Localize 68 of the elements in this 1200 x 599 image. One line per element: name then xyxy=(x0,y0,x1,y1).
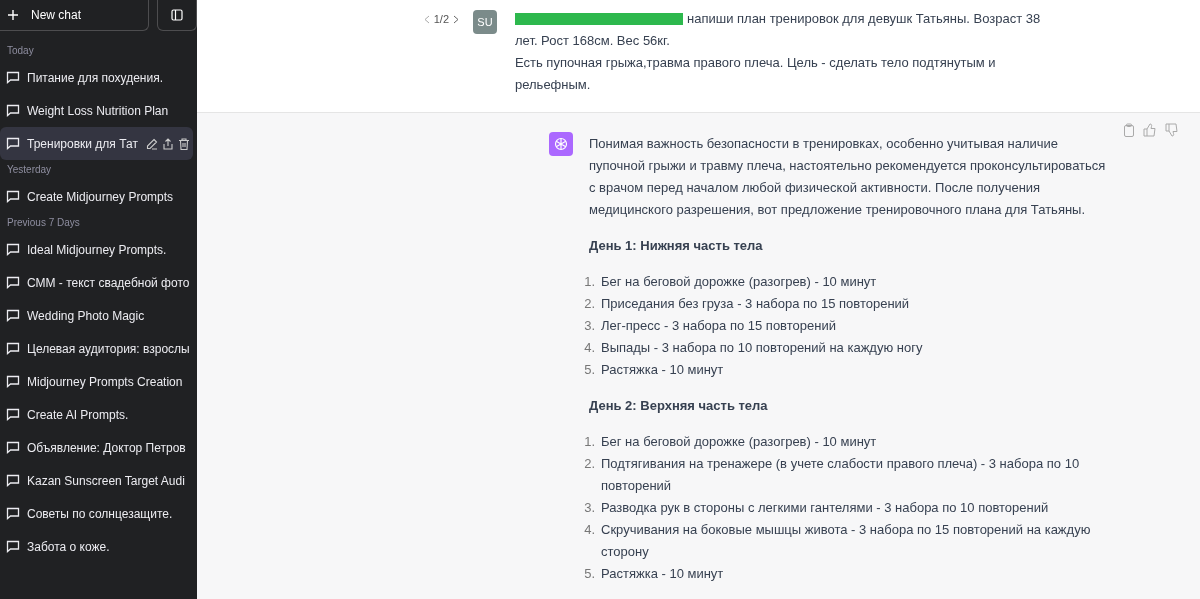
chat-icon xyxy=(6,71,20,84)
list-number: 3. xyxy=(583,317,596,335)
assistant-avatar xyxy=(549,132,573,156)
new-chat-button[interactable]: New chat xyxy=(0,0,150,31)
list-number: 5. xyxy=(583,565,596,583)
section-label: Previous 7 Days xyxy=(6,216,81,230)
chat-icon xyxy=(6,243,20,256)
message-text: Есть пупочная грыжа,травма правого плеча. Цель - сделать тело подтянутым и рельефным. xyxy=(515,54,997,94)
list-item-text: Лег-пресс - 3 набора по 15 повторений xyxy=(601,317,836,335)
chat-list-item[interactable]: Kazan Sunscreen Target Audi xyxy=(0,464,193,497)
thumbs-up-icon[interactable] xyxy=(1143,123,1157,137)
message-text: напиши план тренировок для девушк Татьяны. Возраст 38 xyxy=(687,10,1041,28)
list-item-text: Растяжка - 10 минут xyxy=(601,361,724,379)
list-number: 5. xyxy=(583,361,596,379)
message-text: Понимая важность безопасности в тренировках, особенно учитывая наличие пупочной грыжи и травму плеча, настоятельно рекомендуется проконсультироваться с врачом перед началом любой физической активности. После получения медицинского разрешения, вот предложение тренировочного плана для Татьяны. xyxy=(589,135,1107,219)
list-item-text: Бег на беговой дорожке (разогрев) - 10 минут xyxy=(601,273,877,291)
section-heading: День 2: Верхняя часть тела xyxy=(589,397,769,415)
list-item-text: Подтягивания на тренажере (в учете слабости правого плеча) - 3 набора по 10 повторений xyxy=(601,455,1081,495)
chat-icon xyxy=(6,441,20,454)
next-icon[interactable] xyxy=(453,14,459,24)
chat-icon xyxy=(6,540,20,553)
section-label: Yesterday xyxy=(6,163,53,177)
list-item-text: Растяжка - 10 минут xyxy=(601,565,724,583)
chat-list-item[interactable]: Объявление: Доктор Петров xyxy=(0,431,193,464)
chat-list-item[interactable]: Целевая аудитория: взрослы xyxy=(0,332,193,365)
chat-icon xyxy=(6,137,20,150)
list-number: 2. xyxy=(583,455,596,473)
chat-list-item[interactable]: Midjourney Prompts Creation xyxy=(0,365,193,398)
chat-list-item[interactable]: Забота о коже. xyxy=(0,530,193,563)
chat-list-item[interactable]: Тренировки для Тат xyxy=(0,127,193,160)
page-counter: 1/2 xyxy=(433,11,449,27)
list-number: 3. xyxy=(583,499,596,517)
list-number: 4. xyxy=(583,521,596,539)
list-number: 4. xyxy=(583,339,596,357)
list-number: 1. xyxy=(583,273,596,291)
chat-icon xyxy=(6,474,20,487)
list-item-text: Приседания без груза - 3 набора по 15 повторений xyxy=(601,295,910,313)
chat-list-item[interactable]: Ideal Midjourney Prompts. xyxy=(0,233,193,266)
chat-list-item[interactable]: Питание для похудения. xyxy=(0,61,193,94)
section-label: Today xyxy=(6,44,35,58)
chat-list-item[interactable]: СММ - текст свадебной фото xyxy=(0,266,193,299)
list-item-text: Разводка рук в стороны с легкими гантелями - 3 набора по 10 повторений xyxy=(601,499,1049,517)
chat-icon xyxy=(6,507,20,520)
chat-list-item[interactable]: Weight Loss Nutrition Plan xyxy=(0,94,193,127)
trash-icon[interactable] xyxy=(178,137,190,150)
message-text: лет. Рост 168см. Вес 56кг. xyxy=(515,32,671,50)
chat-icon xyxy=(6,104,20,117)
chat-icon xyxy=(6,342,20,355)
chat-list-item[interactable]: Советы по солнцезащите. xyxy=(0,497,193,530)
chat-icon xyxy=(6,309,20,322)
list-number: 2. xyxy=(583,295,596,313)
list-item-text: Скручивания на боковые мышцы живота - 3 набора по 15 повторений на каждую сторону xyxy=(601,521,1092,561)
edit-icon[interactable] xyxy=(146,137,158,150)
list-item-text: Бег на беговой дорожке (разогрев) - 10 минут xyxy=(601,433,877,451)
chat-icon xyxy=(6,276,20,289)
thumbs-down-icon[interactable] xyxy=(1165,123,1179,137)
chat-list-item[interactable]: Create AI Prompts. xyxy=(0,398,193,431)
chat-list-item[interactable]: Create Midjourney Prompts xyxy=(0,180,193,213)
plus-icon xyxy=(7,9,19,21)
user-avatar: SU xyxy=(473,10,497,34)
section-heading: День 1: Нижняя часть тела xyxy=(589,237,764,255)
chat-icon xyxy=(6,190,20,203)
chat-list-item[interactable]: Wedding Photo Magic xyxy=(0,299,193,332)
chat-icon xyxy=(6,375,20,388)
chat-icon xyxy=(6,408,20,421)
share-icon[interactable] xyxy=(162,137,174,150)
list-number: 1. xyxy=(583,433,596,451)
list-item-text: Выпады - 3 набора по 10 повторений на каждую ногу xyxy=(601,339,923,357)
